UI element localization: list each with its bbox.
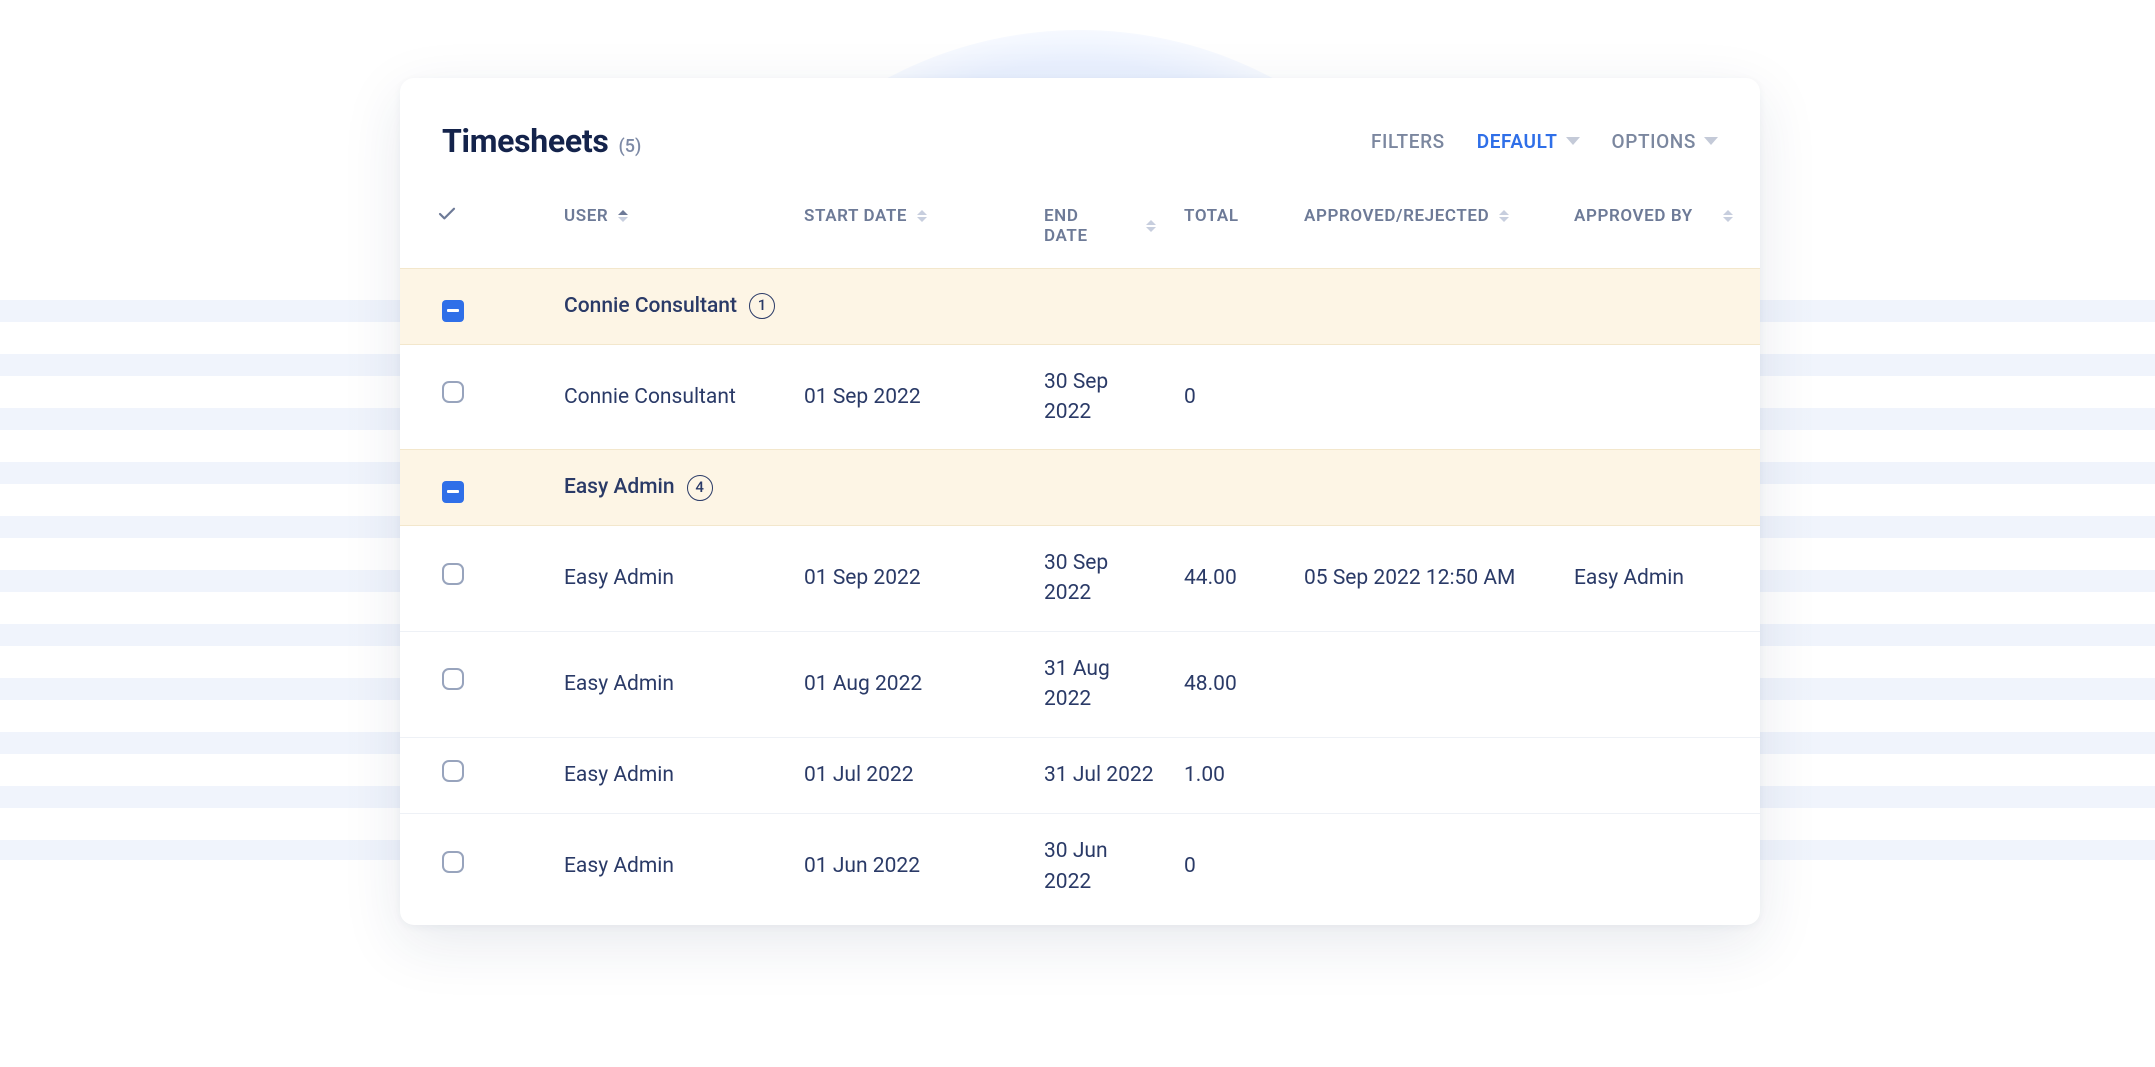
cell-end-date: 31 Jul 2022 bbox=[1030, 737, 1170, 813]
cell-approved-by bbox=[1560, 344, 1760, 450]
column-header-approved-by[interactable]: APPROVED BY bbox=[1560, 188, 1760, 269]
sort-icon bbox=[917, 210, 927, 222]
cell-approved bbox=[1290, 737, 1560, 813]
check-icon bbox=[438, 206, 456, 220]
cell-end-date: 30 Sep 2022 bbox=[1030, 525, 1170, 631]
card-header: Timesheets (5) FILTERS DEFAULT OPTIONS bbox=[400, 78, 1760, 188]
group-name: Connie Consultant 1 bbox=[564, 291, 775, 321]
timesheets-table: USER START DATE bbox=[400, 188, 1760, 919]
record-count: (5) bbox=[619, 136, 642, 157]
cell-total: 0 bbox=[1170, 814, 1290, 919]
table-header-row: USER START DATE bbox=[400, 188, 1760, 269]
group-name-text: Easy Admin bbox=[564, 472, 675, 502]
cell-total: 1.00 bbox=[1170, 737, 1290, 813]
minus-icon bbox=[447, 309, 459, 312]
cell-start-date: 01 Jul 2022 bbox=[790, 737, 1030, 813]
table-row[interactable]: Easy Admin 01 Sep 2022 30 Sep 2022 44.00… bbox=[400, 525, 1760, 631]
cell-approved-by: Easy Admin bbox=[1560, 525, 1760, 631]
column-label: APPROVED/REJECTED bbox=[1304, 206, 1489, 226]
table-row[interactable]: Connie Consultant 01 Sep 2022 30 Sep 202… bbox=[400, 344, 1760, 450]
row-checkbox[interactable] bbox=[442, 563, 464, 585]
filter-value-text: DEFAULT bbox=[1477, 130, 1558, 153]
minus-icon bbox=[447, 490, 459, 493]
table-row[interactable]: Easy Admin 01 Jun 2022 30 Jun 2022 0 bbox=[400, 814, 1760, 919]
cell-total: 0 bbox=[1170, 344, 1290, 450]
filter-dropdown[interactable]: DEFAULT bbox=[1477, 130, 1580, 153]
cell-total: 48.00 bbox=[1170, 631, 1290, 737]
filters-label: FILTERS bbox=[1371, 130, 1445, 153]
group-count-badge: 1 bbox=[749, 293, 775, 319]
timesheets-card: Timesheets (5) FILTERS DEFAULT OPTIONS bbox=[400, 78, 1760, 925]
header-actions: FILTERS DEFAULT OPTIONS bbox=[1371, 130, 1718, 153]
cell-approved-by bbox=[1560, 737, 1760, 813]
column-header-select[interactable] bbox=[400, 188, 550, 269]
table-row[interactable]: Easy Admin 01 Jul 2022 31 Jul 2022 1.00 bbox=[400, 737, 1760, 813]
row-checkbox[interactable] bbox=[442, 760, 464, 782]
column-header-end-date[interactable]: END DATE bbox=[1030, 188, 1170, 269]
column-header-approved-rejected[interactable]: APPROVED/REJECTED bbox=[1290, 188, 1560, 269]
column-label: END DATE bbox=[1044, 206, 1116, 246]
cell-user: Easy Admin bbox=[550, 525, 790, 631]
options-label-text: OPTIONS bbox=[1612, 130, 1696, 153]
sort-icon bbox=[1499, 210, 1509, 222]
group-row: Connie Consultant 1 bbox=[400, 269, 1760, 345]
column-label: APPROVED BY bbox=[1574, 206, 1693, 226]
sort-icon bbox=[618, 210, 628, 222]
cell-start-date: 01 Aug 2022 bbox=[790, 631, 1030, 737]
sort-icon bbox=[1723, 210, 1733, 222]
cell-start-date: 01 Sep 2022 bbox=[790, 525, 1030, 631]
group-name: Easy Admin 4 bbox=[564, 472, 713, 502]
column-label: START DATE bbox=[804, 206, 907, 226]
row-checkbox[interactable] bbox=[442, 851, 464, 873]
collapse-toggle[interactable] bbox=[442, 300, 464, 322]
cell-approved bbox=[1290, 814, 1560, 919]
title-wrap: Timesheets (5) bbox=[442, 122, 641, 160]
cell-user: Easy Admin bbox=[550, 814, 790, 919]
row-checkbox[interactable] bbox=[442, 668, 464, 690]
page-title: Timesheets bbox=[442, 122, 609, 160]
cell-end-date: 30 Sep 2022 bbox=[1030, 344, 1170, 450]
cell-user: Connie Consultant bbox=[550, 344, 790, 450]
column-header-total[interactable]: TOTAL bbox=[1170, 188, 1290, 269]
cell-end-date: 31 Aug 2022 bbox=[1030, 631, 1170, 737]
group-row: Easy Admin 4 bbox=[400, 450, 1760, 526]
cell-approved-by bbox=[1560, 814, 1760, 919]
cell-approved: 05 Sep 2022 12:50 AM bbox=[1290, 525, 1560, 631]
cell-user: Easy Admin bbox=[550, 631, 790, 737]
options-dropdown[interactable]: OPTIONS bbox=[1612, 130, 1718, 153]
cell-approved bbox=[1290, 344, 1560, 450]
cell-start-date: 01 Jun 2022 bbox=[790, 814, 1030, 919]
caret-down-icon bbox=[1566, 137, 1580, 145]
group-count-badge: 4 bbox=[687, 475, 713, 501]
group-name-text: Connie Consultant bbox=[564, 291, 737, 321]
cell-user: Easy Admin bbox=[550, 737, 790, 813]
sort-icon bbox=[1146, 220, 1156, 232]
cell-approved bbox=[1290, 631, 1560, 737]
column-label: TOTAL bbox=[1184, 206, 1239, 226]
cell-total: 44.00 bbox=[1170, 525, 1290, 631]
table-row[interactable]: Easy Admin 01 Aug 2022 31 Aug 2022 48.00 bbox=[400, 631, 1760, 737]
cell-approved-by bbox=[1560, 631, 1760, 737]
row-checkbox[interactable] bbox=[442, 381, 464, 403]
column-header-start-date[interactable]: START DATE bbox=[790, 188, 1030, 269]
column-header-user[interactable]: USER bbox=[550, 188, 790, 269]
cell-start-date: 01 Sep 2022 bbox=[790, 344, 1030, 450]
caret-down-icon bbox=[1704, 137, 1718, 145]
column-label: USER bbox=[564, 206, 608, 226]
cell-end-date: 30 Jun 2022 bbox=[1030, 814, 1170, 919]
collapse-toggle[interactable] bbox=[442, 481, 464, 503]
